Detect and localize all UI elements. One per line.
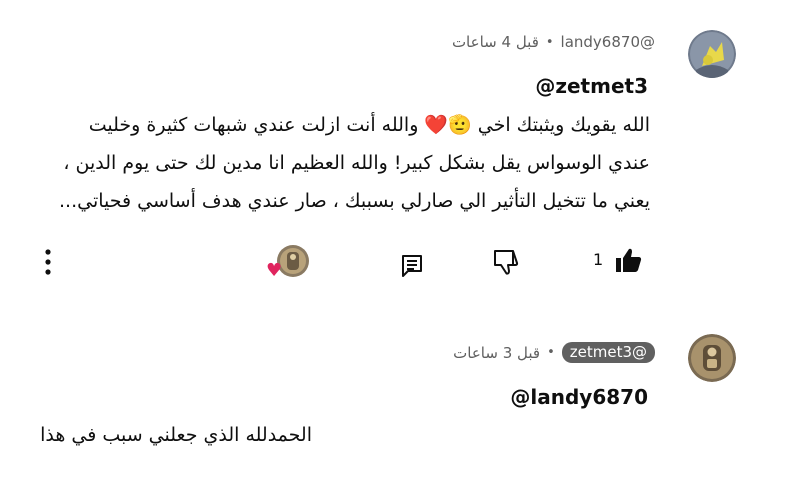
comment-text-line[interactable]: يعني ما تتخيل التأثير الي صارلي بسببك ، … (59, 190, 650, 212)
avatar-image (688, 334, 736, 382)
reply-button[interactable] (396, 250, 428, 282)
avatar-image (688, 30, 736, 78)
reply-icon (402, 255, 422, 277)
creator-heart[interactable]: ♥ (266, 244, 310, 284)
comment-text-line: الله يقويك ويثبتك اخي 🫡❤️ والله أنت ازلت… (88, 114, 650, 136)
dislike-button[interactable] (488, 246, 524, 278)
avatar[interactable] (688, 30, 736, 78)
separator-dot: • (547, 345, 555, 360)
mention-link[interactable]: @zetmet3 (535, 74, 648, 98)
comment-text-line: عندي الوسواس يقل بشكل كبير! والله العظيم… (63, 152, 650, 174)
comment-meta: @zetmet3 • قبل 3 ساعات (453, 342, 655, 363)
author-handle[interactable]: @landy6870 (561, 33, 655, 51)
comment-text-line: الحمدلله الذي جعلني سبب في هذا (40, 424, 312, 446)
more-icon (45, 249, 51, 275)
timestamp[interactable]: قبل 4 ساعات (452, 33, 539, 51)
like-count: 1 (593, 250, 604, 269)
creator-heart-icon: ♥ (266, 260, 283, 281)
comment-meta: @landy6870 • قبل 4 ساعات (452, 33, 655, 51)
like-button[interactable] (610, 244, 646, 276)
separator-dot: • (545, 34, 554, 50)
creator-handle-badge[interactable]: @zetmet3 (561, 342, 655, 363)
avatar[interactable] (688, 334, 736, 382)
timestamp[interactable]: قبل 3 ساعات (453, 344, 540, 362)
dislike-icon (494, 250, 519, 275)
mention-link[interactable]: @landy6870 (510, 385, 648, 409)
like-icon (616, 248, 642, 272)
more-button[interactable] (36, 246, 60, 278)
